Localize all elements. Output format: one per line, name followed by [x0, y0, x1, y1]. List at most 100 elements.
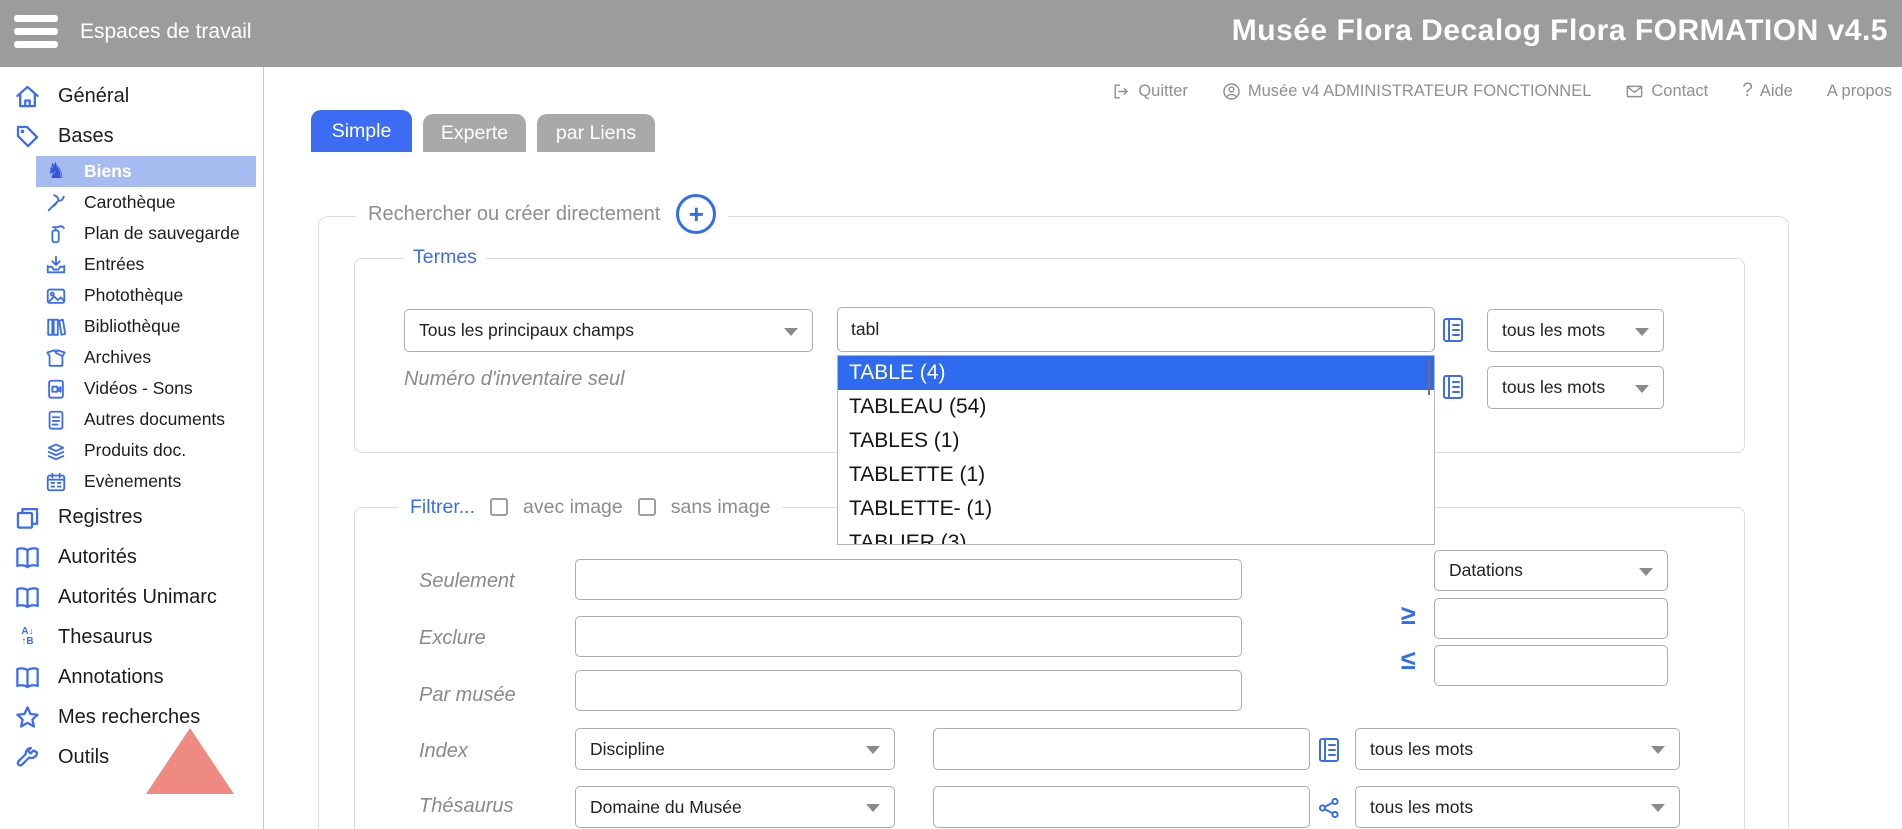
sidebar-item-registres[interactable]: Registres	[0, 497, 263, 537]
sidebar-item-label: Autorités	[58, 546, 137, 569]
wrench-icon	[14, 744, 41, 771]
date-from-input[interactable]	[1434, 598, 1668, 639]
sidebar-item-label: Général	[58, 85, 129, 108]
scroll-hint-triangle[interactable]	[146, 728, 234, 794]
sidebar-item-general[interactable]: Général	[0, 76, 263, 116]
exclude-input[interactable]	[575, 616, 1242, 657]
quit-button[interactable]: Quitter	[1112, 82, 1188, 101]
autocomplete-option[interactable]: TABLES (1)	[838, 424, 1434, 458]
sidebar-item-annotations[interactable]: Annotations	[0, 657, 263, 697]
header-links: Quitter Musée v4 ADMINISTRATEUR FONCTION…	[265, 67, 1902, 115]
without-image-checkbox[interactable]	[638, 498, 656, 516]
sidebar-item-autorites[interactable]: Autorités	[0, 537, 263, 577]
match-mode-select-1[interactable]: tous les mots	[1487, 309, 1664, 352]
only-label: Seulement	[419, 570, 515, 593]
tab-simple[interactable]: Simple	[311, 110, 412, 152]
dictionary-lookup-icon[interactable]	[1441, 374, 1465, 405]
dropdown-scrollbar[interactable]	[1428, 359, 1430, 395]
workspace-label[interactable]: Espaces de travail	[80, 20, 252, 44]
calendar-icon	[45, 471, 67, 493]
autocomplete-option[interactable]: TABLEAU (54)	[838, 390, 1434, 424]
with-image-checkbox[interactable]	[490, 498, 508, 516]
match-mode-select-2[interactable]: tous les mots	[1487, 366, 1664, 409]
datations-select[interactable]: Datations	[1434, 550, 1668, 591]
quit-label: Quitter	[1138, 82, 1188, 101]
star-icon	[14, 704, 41, 731]
sidebar-item-produits-doc[interactable]: Produits doc.	[36, 435, 256, 466]
sidebar-item-plan-sauvegarde[interactable]: Plan de sauvegarde	[36, 218, 256, 249]
filter-legend: Filtrer... avec image sans image	[398, 493, 782, 521]
help-button[interactable]: ? Aide	[1742, 80, 1793, 102]
sidebar-item-phototheque[interactable]: Photothèque	[36, 280, 256, 311]
open-book-icon	[14, 664, 41, 691]
inbox-download-icon	[45, 254, 67, 276]
library-books-icon	[45, 316, 67, 338]
field-select-value: Tous les principaux champs	[419, 320, 634, 341]
sort-alpha-icon: A↓↑B	[14, 624, 41, 651]
less-equal-symbol: ≤	[1401, 645, 1416, 676]
add-record-button[interactable]: +	[676, 194, 716, 234]
thesaurus-field-select[interactable]: Domaine du Musée	[575, 786, 895, 828]
sidebar-item-label: Mes recherches	[58, 706, 200, 729]
by-museum-input[interactable]	[575, 670, 1242, 711]
thesaurus-tree-icon[interactable]	[1317, 795, 1341, 826]
document-icon	[45, 409, 67, 431]
autocomplete-option[interactable]: TABLIER (3)	[838, 526, 1434, 545]
sidebar-item-label: Autorités Unimarc	[58, 586, 217, 609]
sidebar-item-entrees[interactable]: Entrées	[36, 249, 256, 280]
flora-app-window: Espaces de travail Musée Flora Decalog F…	[0, 0, 1902, 829]
sidebar-item-evenements[interactable]: Evènements	[36, 466, 256, 497]
term-input[interactable]	[837, 307, 1435, 352]
contact-button[interactable]: Contact	[1625, 82, 1708, 101]
open-book-icon	[14, 584, 41, 611]
index-input[interactable]	[933, 728, 1310, 770]
image-icon	[45, 285, 67, 307]
field-select[interactable]: Tous les principaux champs	[404, 309, 813, 352]
sidebar-item-thesaurus[interactable]: A↓↑B Thesaurus	[0, 617, 263, 657]
tab-par-liens[interactable]: par Liens	[537, 114, 655, 152]
sidebar-item-videos-sons[interactable]: Vidéos - Sons	[36, 373, 256, 404]
sidebar-item-label: Outils	[58, 746, 109, 769]
question-mark-icon: ?	[1742, 80, 1753, 102]
sidebar-item-archives[interactable]: Archives	[36, 342, 256, 373]
greater-equal-symbol: ≥	[1401, 600, 1416, 631]
chevron-down-icon	[866, 746, 880, 754]
sidebar-item-biens[interactable]: ♞ Biens	[36, 156, 256, 187]
sidebar-item-autorites-unimarc[interactable]: Autorités Unimarc	[0, 577, 263, 617]
core-sample-icon	[45, 192, 67, 214]
hamburger-menu-icon[interactable]	[14, 15, 60, 53]
autocomplete-option[interactable]: TABLETTE (1)	[838, 458, 1434, 492]
dictionary-lookup-icon[interactable]	[1441, 317, 1465, 348]
help-label: Aide	[1760, 82, 1793, 101]
thesaurus-match-select[interactable]: tous les mots	[1355, 786, 1680, 828]
sidebar-item-bases[interactable]: Bases	[0, 116, 263, 156]
user-menu[interactable]: Musée v4 ADMINISTRATEUR FONCTIONNEL	[1222, 82, 1592, 101]
sidebar-item-label: Registres	[58, 506, 142, 529]
date-to-input[interactable]	[1434, 645, 1668, 686]
filter-legend-label: Filtrer...	[410, 496, 475, 519]
only-input[interactable]	[575, 559, 1242, 600]
thesaurus-input[interactable]	[933, 786, 1310, 828]
autocomplete-option[interactable]: TABLETTE- (1)	[838, 492, 1434, 526]
tab-experte[interactable]: Experte	[423, 114, 526, 152]
sidebar-item-autres-documents[interactable]: Autres documents	[36, 404, 256, 435]
by-museum-label: Par musée	[419, 684, 516, 707]
dictionary-lookup-icon[interactable]	[1317, 737, 1341, 768]
chess-knight-icon: ♞	[45, 161, 67, 183]
index-field-select[interactable]: Discipline	[575, 728, 895, 770]
index-field-value: Discipline	[590, 739, 665, 760]
sidebar-item-label: Plan de sauvegarde	[84, 223, 240, 244]
about-button[interactable]: A propos	[1827, 82, 1892, 101]
inventory-only-label: Numéro d'inventaire seul	[404, 368, 625, 391]
stack-icon	[45, 440, 67, 462]
contact-label: Contact	[1651, 82, 1708, 101]
index-match-select[interactable]: tous les mots	[1355, 728, 1680, 770]
sidebar-item-carotheque[interactable]: Carothèque	[36, 187, 256, 218]
sidebar-item-bibliotheque[interactable]: Bibliothèque	[36, 311, 256, 342]
topbar: Espaces de travail Musée Flora Decalog F…	[0, 0, 1902, 67]
autocomplete-option[interactable]: TABLE (4)	[838, 356, 1434, 390]
video-file-icon	[45, 378, 67, 400]
app-title: Musée Flora Decalog Flora FORMATION v4.5	[1232, 14, 1888, 48]
exclude-label: Exclure	[419, 627, 486, 650]
chevron-down-icon	[784, 328, 798, 336]
